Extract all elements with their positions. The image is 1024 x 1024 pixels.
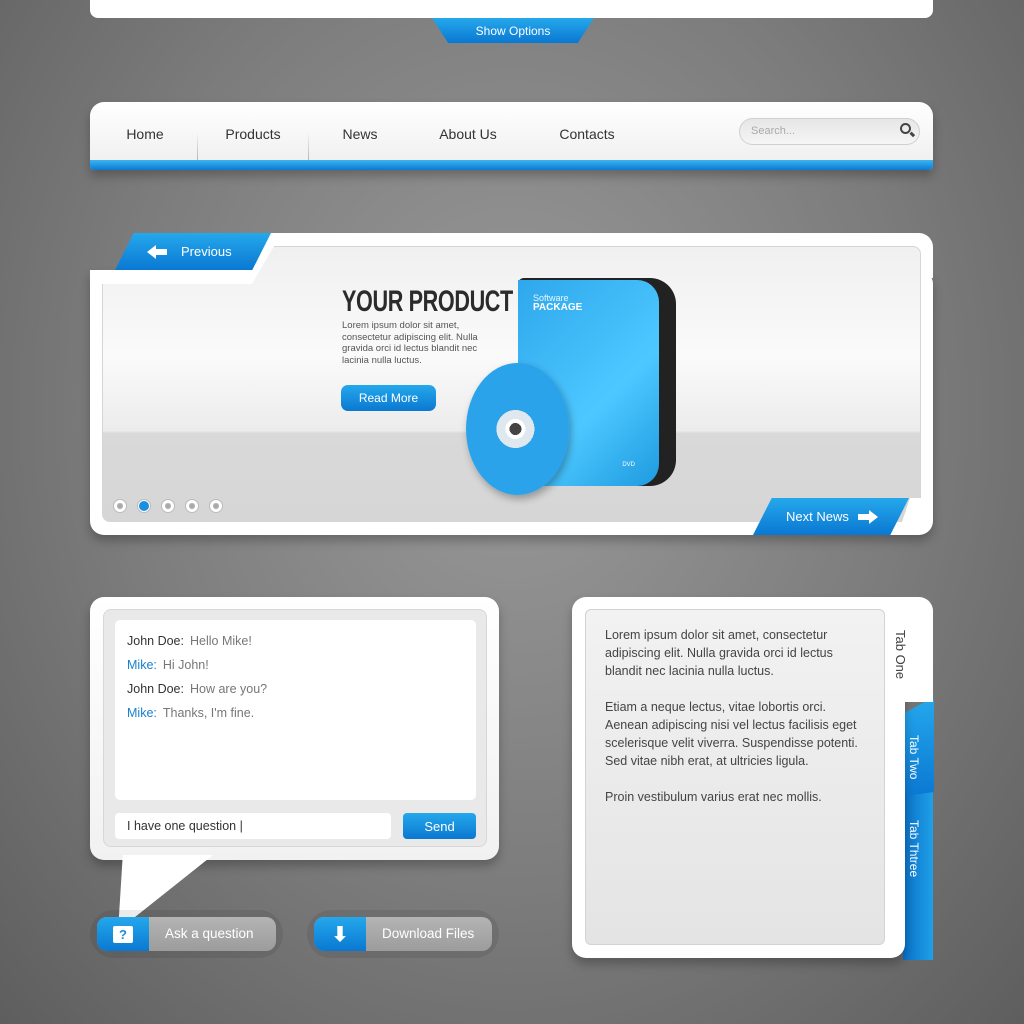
slide-dot[interactable] — [161, 499, 175, 513]
message-text: How are you? — [189, 682, 268, 696]
arrow-left-icon — [147, 245, 167, 259]
slide-dot[interactable] — [209, 499, 223, 513]
chat-message: John Doe: Hello Mike! — [127, 634, 464, 658]
nav-contacts[interactable]: Contacts — [559, 126, 614, 142]
previous-button[interactable]: Previous — [115, 233, 271, 270]
slide-title: YOUR PRODUCT — [342, 285, 513, 318]
tab-three-label[interactable]: Tab Thtree — [907, 820, 921, 877]
ask-question-label: Ask a question — [165, 926, 254, 941]
message-author: Mike: — [127, 658, 157, 672]
slide-description: Lorem ipsum dolor sit amet, consectetur … — [342, 320, 478, 366]
read-more-button[interactable]: Read More — [341, 385, 436, 411]
chat-message: Mike: Hi John! — [127, 658, 464, 682]
ask-question-container: ? Ask a question — [90, 910, 283, 958]
divider — [308, 132, 309, 160]
message-text: Hi John! — [162, 658, 209, 672]
send-button[interactable]: Send — [403, 813, 476, 839]
nav-bar: Home Products News About Us Contacts Sea… — [90, 102, 933, 170]
chat-message: John Doe: How are you? — [127, 682, 464, 706]
show-options-button[interactable]: Show Options — [432, 18, 594, 43]
message-author: John Doe: — [127, 682, 184, 696]
message-author: Mike: — [127, 706, 157, 720]
chat-message: Mike: Thanks, I'm fine. — [127, 706, 464, 730]
slide-pagination — [113, 499, 223, 513]
download-container: ⬇ Download Files — [307, 910, 499, 958]
download-icon: ⬇ — [314, 917, 366, 951]
options-panel — [90, 0, 933, 18]
nav-products[interactable]: Products — [225, 126, 280, 142]
arrow-right-icon — [858, 510, 878, 524]
message-text: Thanks, I'm fine. — [162, 706, 255, 720]
dvd-disc-image — [466, 363, 569, 495]
tab-two-label[interactable]: Tab Two — [907, 735, 921, 779]
paragraph: Proin vestibulum varius erat nec mollis. — [605, 790, 822, 804]
slide-dot[interactable] — [113, 499, 127, 513]
search-placeholder: Search... — [751, 125, 796, 137]
slide-dot[interactable] — [185, 499, 199, 513]
chat-messages: John Doe: Hello Mike! Mike: Hi John! John Do… — [115, 620, 476, 800]
nav-news[interactable]: News — [342, 126, 377, 142]
paragraph: Etiam a neque lectus, vitae lobortis orc… — [605, 700, 858, 768]
search-icon[interactable] — [900, 123, 911, 134]
nav-accent-strip — [90, 160, 933, 170]
message-author: John Doe: — [127, 634, 184, 648]
question-bubble-icon: ? — [97, 917, 149, 951]
divider — [197, 132, 198, 160]
download-files-label: Download Files — [382, 926, 475, 941]
tab-one-label[interactable]: Tab One — [893, 630, 908, 679]
package-text: PACKAGE — [533, 302, 583, 313]
paragraph: Lorem ipsum dolor sit amet, consectetur … — [605, 628, 833, 678]
ask-question-button[interactable]: ? Ask a question — [97, 917, 276, 951]
nav-home[interactable]: Home — [126, 126, 163, 142]
dvd-badge: DVD — [622, 462, 635, 468]
next-label: Next News — [786, 509, 849, 524]
search-input[interactable]: Search... — [739, 118, 920, 145]
tab-content: Lorem ipsum dolor sit amet, consectetur … — [605, 626, 870, 824]
next-news-button[interactable]: Next News — [753, 498, 909, 535]
previous-label: Previous — [181, 244, 232, 259]
chat-input[interactable]: I have one question | — [115, 813, 391, 839]
nav-about-us[interactable]: About Us — [439, 126, 497, 142]
message-text: Hello Mike! — [189, 634, 252, 648]
download-files-button[interactable]: ⬇ Download Files — [314, 917, 492, 951]
slide-dot[interactable] — [137, 499, 151, 513]
